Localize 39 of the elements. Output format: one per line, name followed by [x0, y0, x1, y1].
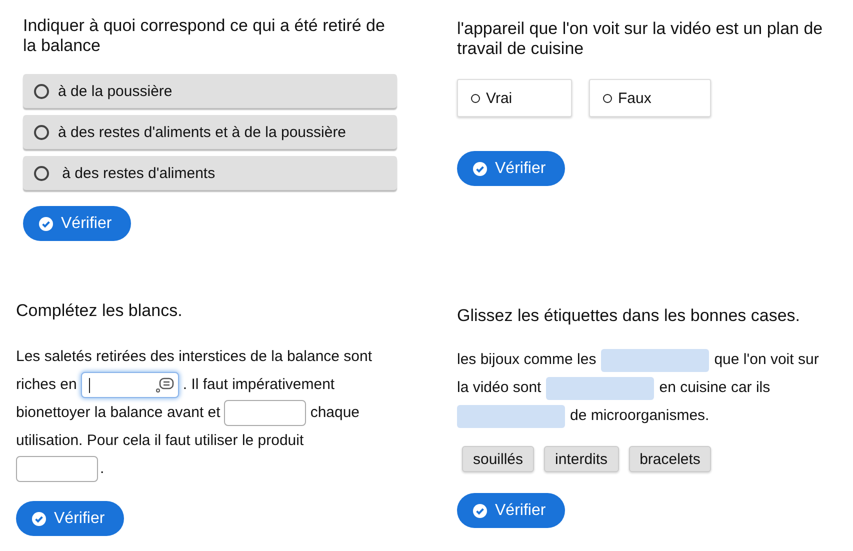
- answer-option[interactable]: à des restes d'aliments et à de la poussière: [23, 115, 397, 149]
- answer-option[interactable]: à de la poussière: [23, 74, 397, 108]
- drop-zone[interactable]: [457, 404, 565, 428]
- comment-icon[interactable]: [154, 377, 175, 393]
- blank-field[interactable]: [224, 400, 306, 426]
- verify-button[interactable]: Vérifier: [16, 501, 124, 536]
- check-icon: [32, 512, 46, 526]
- drop-zone[interactable]: [601, 348, 710, 372]
- drop-zone[interactable]: [546, 376, 654, 400]
- sentence-text: que l'on voit sur: [714, 350, 819, 370]
- check-icon: [39, 216, 53, 230]
- sentence-text: en cuisine car ils: [659, 378, 770, 398]
- blank-field[interactable]: [16, 456, 98, 482]
- verify-button[interactable]: Vérifier: [23, 206, 131, 241]
- drag-label[interactable]: souillés: [462, 446, 534, 472]
- sentence-text: bionettoyer la balance avant et: [16, 403, 220, 423]
- sentence-text: chaque: [310, 403, 360, 423]
- sentence-text: les bijoux comme les: [457, 350, 596, 370]
- verify-button[interactable]: Vérifier: [457, 151, 565, 186]
- sentence-text: . Il faut impérativement: [182, 375, 335, 395]
- verify-button[interactable]: Vérifier: [457, 493, 565, 528]
- sentence-text: de microorganismes.: [570, 406, 710, 426]
- sentence-text: Les saletés retirées des interstices de la balance sont: [16, 347, 372, 367]
- sentence-text: .: [100, 459, 104, 479]
- drag-label[interactable]: interdits: [544, 446, 619, 472]
- sentence-text: utilisation. Pour cela il faut utiliser le produit: [16, 431, 304, 451]
- sentence-text: la vidéo sont: [457, 378, 542, 398]
- check-icon: [473, 504, 487, 518]
- sentence-text: riches en: [16, 375, 77, 395]
- question-text: l'appareil que l'on voit sur la vidéo est un plan de travail de cuisine: [457, 19, 824, 59]
- question-text: Indiquer à quoi correspond ce qui a été retiré de la balance: [23, 16, 386, 56]
- answer-option[interactable]: Vrai: [457, 79, 572, 117]
- answer-option[interactable]: Faux: [589, 79, 711, 117]
- blank-field[interactable]: [80, 372, 179, 398]
- check-icon: [473, 162, 487, 176]
- instruction-text: Complétez les blancs.: [16, 301, 182, 321]
- instruction-text: Glissez les étiquettes dans les bonnes cases.: [457, 306, 800, 326]
- answer-option[interactable]: à des restes d'aliments: [23, 156, 397, 190]
- drag-label[interactable]: bracelets: [628, 446, 712, 472]
